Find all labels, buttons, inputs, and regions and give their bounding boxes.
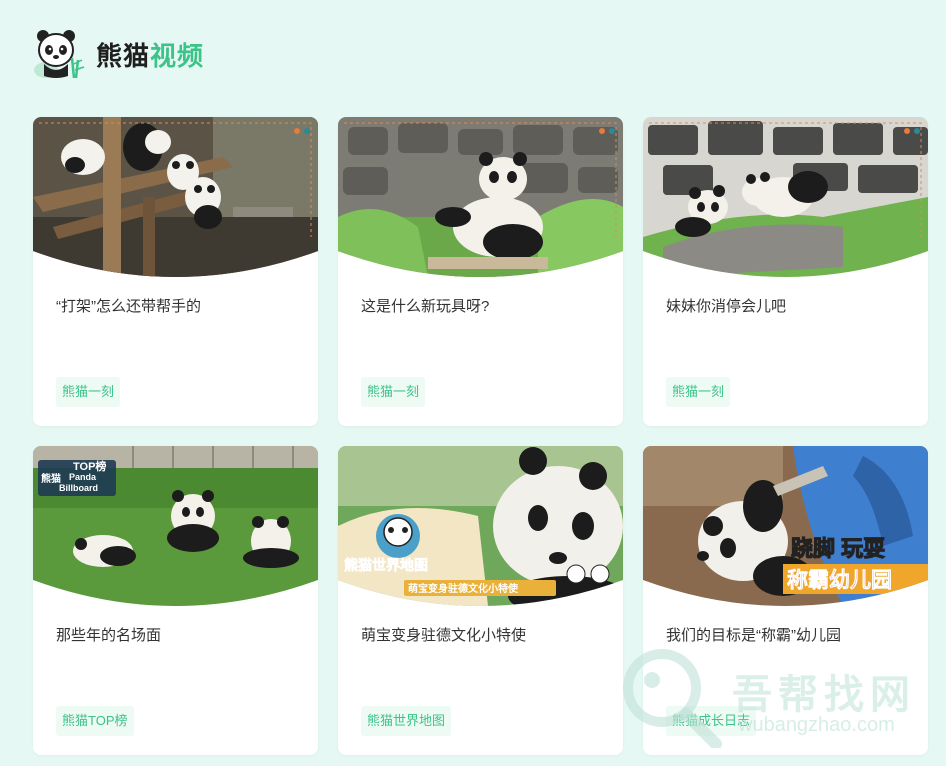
video-title[interactable]: 我们的目标是“称霸”幼儿园	[666, 624, 841, 645]
page-title: 熊猫视频	[96, 36, 204, 73]
video-title[interactable]: 这是什么新玩具呀?	[361, 295, 489, 316]
video-thumbnail[interactable]	[643, 117, 928, 277]
category-tag[interactable]: 熊猫世界地图	[361, 706, 452, 736]
two-pandas-on-rock-photo-icon	[643, 117, 928, 277]
panda-sitting-grass-photo-icon	[338, 117, 623, 277]
video-card[interactable]: 跷脚 玩耍 称霸幼儿园 我们的目标是“称霸”幼儿园 熊猫成长日志	[643, 446, 928, 755]
video-card[interactable]: “打架”怎么还带帮手的 熊猫一刻	[33, 117, 318, 426]
category-tag[interactable]: 熊猫一刻	[56, 377, 121, 407]
pandas-climbing-log-photo-icon	[33, 117, 318, 277]
video-thumbnail[interactable]	[338, 117, 623, 277]
overlay-billboard: Billboard	[59, 483, 98, 493]
category-tag[interactable]: 熊猫TOP榜	[56, 706, 134, 736]
video-thumbnail[interactable]	[33, 117, 318, 277]
site-header: 熊猫视频	[32, 26, 204, 82]
video-thumbnail[interactable]: 跷脚 玩耍 称霸幼儿园	[643, 446, 928, 606]
overlay-map-title: 熊猫世界地图	[344, 557, 428, 573]
three-pandas-lawn-photo-icon: TOP榜 熊猫 Panda Billboard	[33, 446, 318, 606]
overlay-map-subtitle: 萌宝变身驻德文化小特使	[408, 582, 519, 595]
panda-logo-icon[interactable]	[32, 26, 88, 82]
video-card[interactable]: 这是什么新玩具呀? 熊猫一刻	[338, 117, 623, 426]
video-card[interactable]: 熊猫世界地图 萌宝变身驻德文化小特使 萌宝变身驻德文化小特使 熊猫世界地图	[338, 446, 623, 755]
video-card[interactable]: TOP榜 熊猫 Panda Billboard 那些年的名场面 熊猫TOP榜	[33, 446, 318, 755]
video-title[interactable]: 萌宝变身驻德文化小特使	[361, 624, 526, 645]
overlay-panda-cn: 熊猫	[41, 472, 61, 485]
category-tag[interactable]: 熊猫成长日志	[666, 706, 757, 736]
overlay-panda-en: Panda	[69, 472, 97, 482]
overlay-top-text: TOP榜	[73, 459, 106, 473]
category-tag[interactable]: 熊猫一刻	[666, 377, 731, 407]
brand-part1: 熊猫	[96, 40, 151, 71]
keeper-with-panda-photo-icon: 跷脚 玩耍 称霸幼儿园	[643, 446, 928, 606]
overlay-kindergarten-text: 称霸幼儿园	[787, 568, 892, 592]
category-tag[interactable]: 熊猫一刻	[361, 377, 426, 407]
video-title[interactable]: 妹妹你消停会儿吧	[666, 295, 786, 316]
video-title[interactable]: 那些年的名场面	[56, 624, 161, 645]
video-title[interactable]: “打架”怎么还带帮手的	[56, 295, 201, 316]
video-thumbnail[interactable]: TOP榜 熊猫 Panda Billboard	[33, 446, 318, 606]
overlay-play-text: 跷脚 玩耍	[791, 536, 885, 561]
panda-world-map-photo-icon: 熊猫世界地图 萌宝变身驻德文化小特使	[338, 446, 623, 606]
video-card[interactable]: 妹妹你消停会儿吧 熊猫一刻	[643, 117, 928, 426]
video-thumbnail[interactable]: 熊猫世界地图 萌宝变身驻德文化小特使	[338, 446, 623, 606]
brand-part2: 视频	[150, 40, 205, 71]
